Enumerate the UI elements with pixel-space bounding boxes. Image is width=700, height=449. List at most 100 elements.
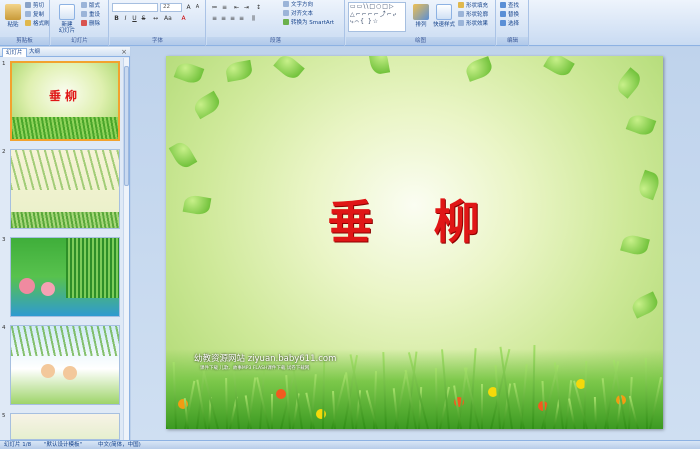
editing-group: 查找 替换 选择 编辑 <box>497 0 529 46</box>
fill-bucket-icon <box>458 2 464 8</box>
slide-title[interactable]: 垂 柳 <box>166 186 663 252</box>
decrease-indent-icon[interactable]: ⇤ <box>233 4 240 11</box>
leaf-decoration <box>173 60 205 86</box>
bullets-icon[interactable]: ≔ <box>211 4 218 11</box>
lotus-image <box>19 278 35 294</box>
select-icon <box>500 20 506 26</box>
columns-icon[interactable]: ⫼ <box>250 15 257 22</box>
align-text-label: 对齐文本 <box>291 11 314 17</box>
text-direction-button[interactable]: 文字方向 <box>283 1 313 9</box>
child-image <box>63 366 77 380</box>
copy-label: 复制 <box>33 12 45 18</box>
smartart-label: 转换为 SmartArt <box>291 20 335 26</box>
tab-slides[interactable]: 幻灯片 <box>2 48 27 57</box>
copy-button[interactable]: 复制 <box>25 11 44 19</box>
quick-styles-button[interactable]: 快速样式 <box>432 2 456 36</box>
align-left-icon[interactable]: ≡ <box>211 15 218 22</box>
tab-outline[interactable]: 大纲 <box>26 48 43 57</box>
new-slide-button[interactable]: 新建 幻灯片 <box>54 2 80 36</box>
clipboard-group: 粘贴 剪切 复制 格式刷 剪贴板 <box>0 0 50 46</box>
slide-canvas[interactable]: 垂 柳 幼教资源网站 ziyuan.baby611.com 课件下载 儿歌、故事… <box>166 56 663 429</box>
replace-label: 替换 <box>508 12 520 18</box>
arrange-icon <box>413 4 429 20</box>
text-direction-label: 文字方向 <box>291 2 314 8</box>
smartart-button[interactable]: 转换为 SmartArt <box>283 19 334 27</box>
editing-group-label: 编辑 <box>497 37 528 45</box>
align-text-button[interactable]: 对齐文本 <box>283 10 313 18</box>
reset-icon <box>81 11 87 17</box>
slide-thumbnail[interactable] <box>10 149 120 229</box>
shape-outline-button[interactable]: 形状轮廓 <box>458 11 488 19</box>
scrollbar-thumb[interactable] <box>124 66 129 186</box>
drawing-group-label: 绘图 <box>346 37 495 45</box>
slide-editor: 垂 柳 幼教资源网站 ziyuan.baby611.com 课件下载 儿歌、故事… <box>131 47 700 440</box>
thumbnail-number: 5 <box>2 413 6 419</box>
willow-branches-image <box>66 238 119 298</box>
reset-label: 重设 <box>89 12 101 18</box>
quick-styles-label: 快速样式 <box>432 22 455 28</box>
arrange-button[interactable]: 排列 <box>410 2 432 36</box>
justify-icon[interactable]: ≡ <box>238 15 245 22</box>
theme-name-text[interactable]: "默认设计模板" <box>44 441 82 449</box>
thumbnail-number: 4 <box>2 325 6 331</box>
format-painter-button[interactable]: 格式刷 <box>25 20 50 28</box>
layout-button[interactable]: 版式 <box>81 2 100 10</box>
lotus-image <box>41 282 55 296</box>
site-watermark: 幼教资源网站 ziyuan.baby611.com <box>194 354 337 364</box>
line-spacing-icon[interactable]: ↕ <box>255 4 262 11</box>
close-pane-icon[interactable]: × <box>121 48 127 56</box>
shrink-font-icon[interactable]: A <box>194 4 201 11</box>
font-size-field[interactable]: 22 <box>160 3 182 12</box>
font-size-value: 22 <box>163 4 170 10</box>
cut-label: 剪切 <box>33 3 45 9</box>
outline-pen-icon <box>458 11 464 17</box>
font-color-icon[interactable]: A <box>180 15 187 22</box>
strikethrough-icon[interactable]: S <box>140 15 147 22</box>
align-right-icon[interactable]: ≡ <box>229 15 236 22</box>
font-name-field[interactable] <box>112 3 158 12</box>
font-group: 22 A A B I U S ↔ Aa A 字体 <box>110 0 206 46</box>
slide-thumbnail[interactable]: 垂柳 <box>10 61 120 141</box>
replace-button[interactable]: 替换 <box>500 11 519 19</box>
slide-thumbnail[interactable] <box>10 413 120 440</box>
drawing-group: ▭▭\\□○□▷ △⌐⌐⌐⌐⤴⌐⤶ ⤷⌒{ }☆ 排列 快速样式 形状填充 形状… <box>346 0 496 46</box>
numbering-icon[interactable]: ≡ <box>221 4 228 11</box>
leaf-decoration <box>543 56 575 80</box>
shapes-gallery[interactable]: ▭▭\\□○□▷ △⌐⌐⌐⌐⤴⌐⤶ ⤷⌒{ }☆ <box>348 2 406 32</box>
quick-styles-icon <box>436 4 452 20</box>
brush-icon <box>25 20 31 26</box>
delete-button[interactable]: 删除 <box>81 20 100 28</box>
cut-button[interactable]: 剪切 <box>25 2 44 10</box>
language-text[interactable]: 中文(简体，中国) <box>98 441 141 449</box>
char-spacing-icon[interactable]: ↔ <box>152 15 159 22</box>
shape-fill-button[interactable]: 形状填充 <box>458 2 488 10</box>
thumbnail-number: 1 <box>2 61 6 67</box>
font-group-label: 字体 <box>110 37 205 45</box>
bold-icon[interactable]: B <box>113 15 120 22</box>
leaf-decoration <box>191 90 223 120</box>
thumbnail-grass <box>11 212 119 228</box>
underline-icon[interactable]: U <box>131 15 138 22</box>
grass-blade <box>481 384 483 429</box>
reset-button[interactable]: 重设 <box>81 11 100 19</box>
paste-button[interactable]: 粘贴 <box>2 2 24 36</box>
replace-icon <box>500 11 506 17</box>
change-case-icon[interactable]: Aa <box>164 15 172 22</box>
shape-effects-button[interactable]: 形状效果 <box>458 20 488 28</box>
select-button[interactable]: 选择 <box>500 20 519 28</box>
smartart-icon <box>283 19 289 25</box>
paragraph-group-label: 段落 <box>207 37 344 45</box>
delete-label: 删除 <box>89 21 101 27</box>
slides-pane: 幻灯片 大纲 × 1 垂柳 2 3 4 5 <box>0 47 130 440</box>
arrange-label: 排列 <box>415 22 427 28</box>
thumbnails-scrollbar[interactable] <box>123 58 129 440</box>
leaf-decoration <box>367 56 391 76</box>
find-button[interactable]: 查找 <box>500 2 519 10</box>
italic-icon[interactable]: I <box>122 15 129 22</box>
shape-effects-icon <box>458 20 464 26</box>
grow-font-icon[interactable]: A <box>185 4 192 11</box>
align-center-icon[interactable]: ≡ <box>220 15 227 22</box>
increase-indent-icon[interactable]: ⇥ <box>243 4 250 11</box>
slide-thumbnail[interactable] <box>10 325 120 405</box>
slide-thumbnail[interactable] <box>10 237 120 317</box>
